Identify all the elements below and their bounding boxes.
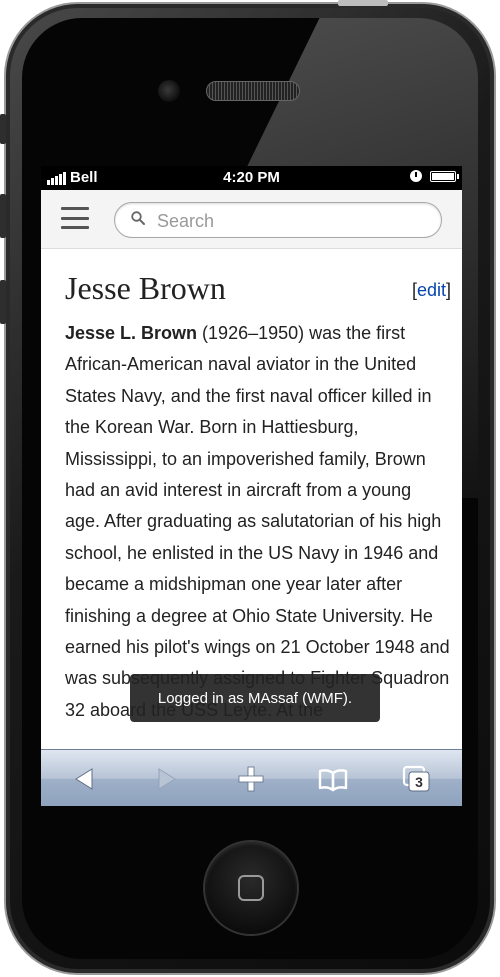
status-right (410, 170, 459, 182)
volume-up-button (0, 194, 6, 238)
alarm-clock-icon (410, 170, 422, 182)
status-time: 4:20 PM (223, 169, 280, 186)
article-lead-paragraph: Jesse L. Brown (1926–1950) was the first… (65, 318, 451, 726)
status-bar: Bell 4:20 PM (41, 166, 462, 190)
edit-link[interactable]: edit (417, 280, 446, 300)
battery-icon (430, 170, 459, 182)
home-button[interactable] (205, 842, 297, 934)
login-toast: Logged in as MAssaf (WMF). (130, 674, 380, 722)
earpiece-speaker (206, 81, 300, 101)
home-square-icon (238, 875, 264, 901)
sleep-button (338, 0, 388, 6)
article-lead-text: (1926–1950) was the first African-Americ… (65, 323, 450, 720)
tabs-count: 3 (415, 774, 423, 790)
add-button[interactable] (221, 750, 281, 806)
forward-arrow-icon (158, 767, 176, 790)
search-box[interactable] (114, 202, 442, 238)
edit-section: [edit] (411, 280, 451, 300)
search-input[interactable] (155, 209, 429, 233)
article-subject-bold: Jesse L. Brown (65, 323, 198, 343)
back-button[interactable] (54, 750, 114, 806)
back-arrow-icon (75, 767, 93, 790)
volume-down-button (0, 280, 6, 324)
bookmarks-icon (318, 768, 348, 791)
page-title: Jesse Brown (65, 270, 226, 306)
title-row: Jesse Brown [edit] (65, 266, 451, 306)
plus-icon (238, 766, 264, 791)
bookmarks-button[interactable] (303, 750, 363, 806)
tabs-icon: 3 (402, 765, 430, 791)
tabs-button[interactable]: 3 (386, 750, 446, 806)
mobile-header (41, 190, 462, 249)
hamburger-menu-icon[interactable] (61, 207, 89, 229)
phone-screen: Bell 4:20 PM Jesse Brown [edit] Jesse L.… (41, 166, 462, 806)
front-camera (158, 80, 180, 102)
search-icon (131, 211, 145, 225)
article-content: Jesse Brown [edit] Jesse L. Brown (1926–… (65, 266, 451, 744)
forward-button[interactable] (137, 750, 197, 806)
browser-toolbar: 3 (41, 749, 462, 806)
mute-switch (0, 114, 6, 144)
